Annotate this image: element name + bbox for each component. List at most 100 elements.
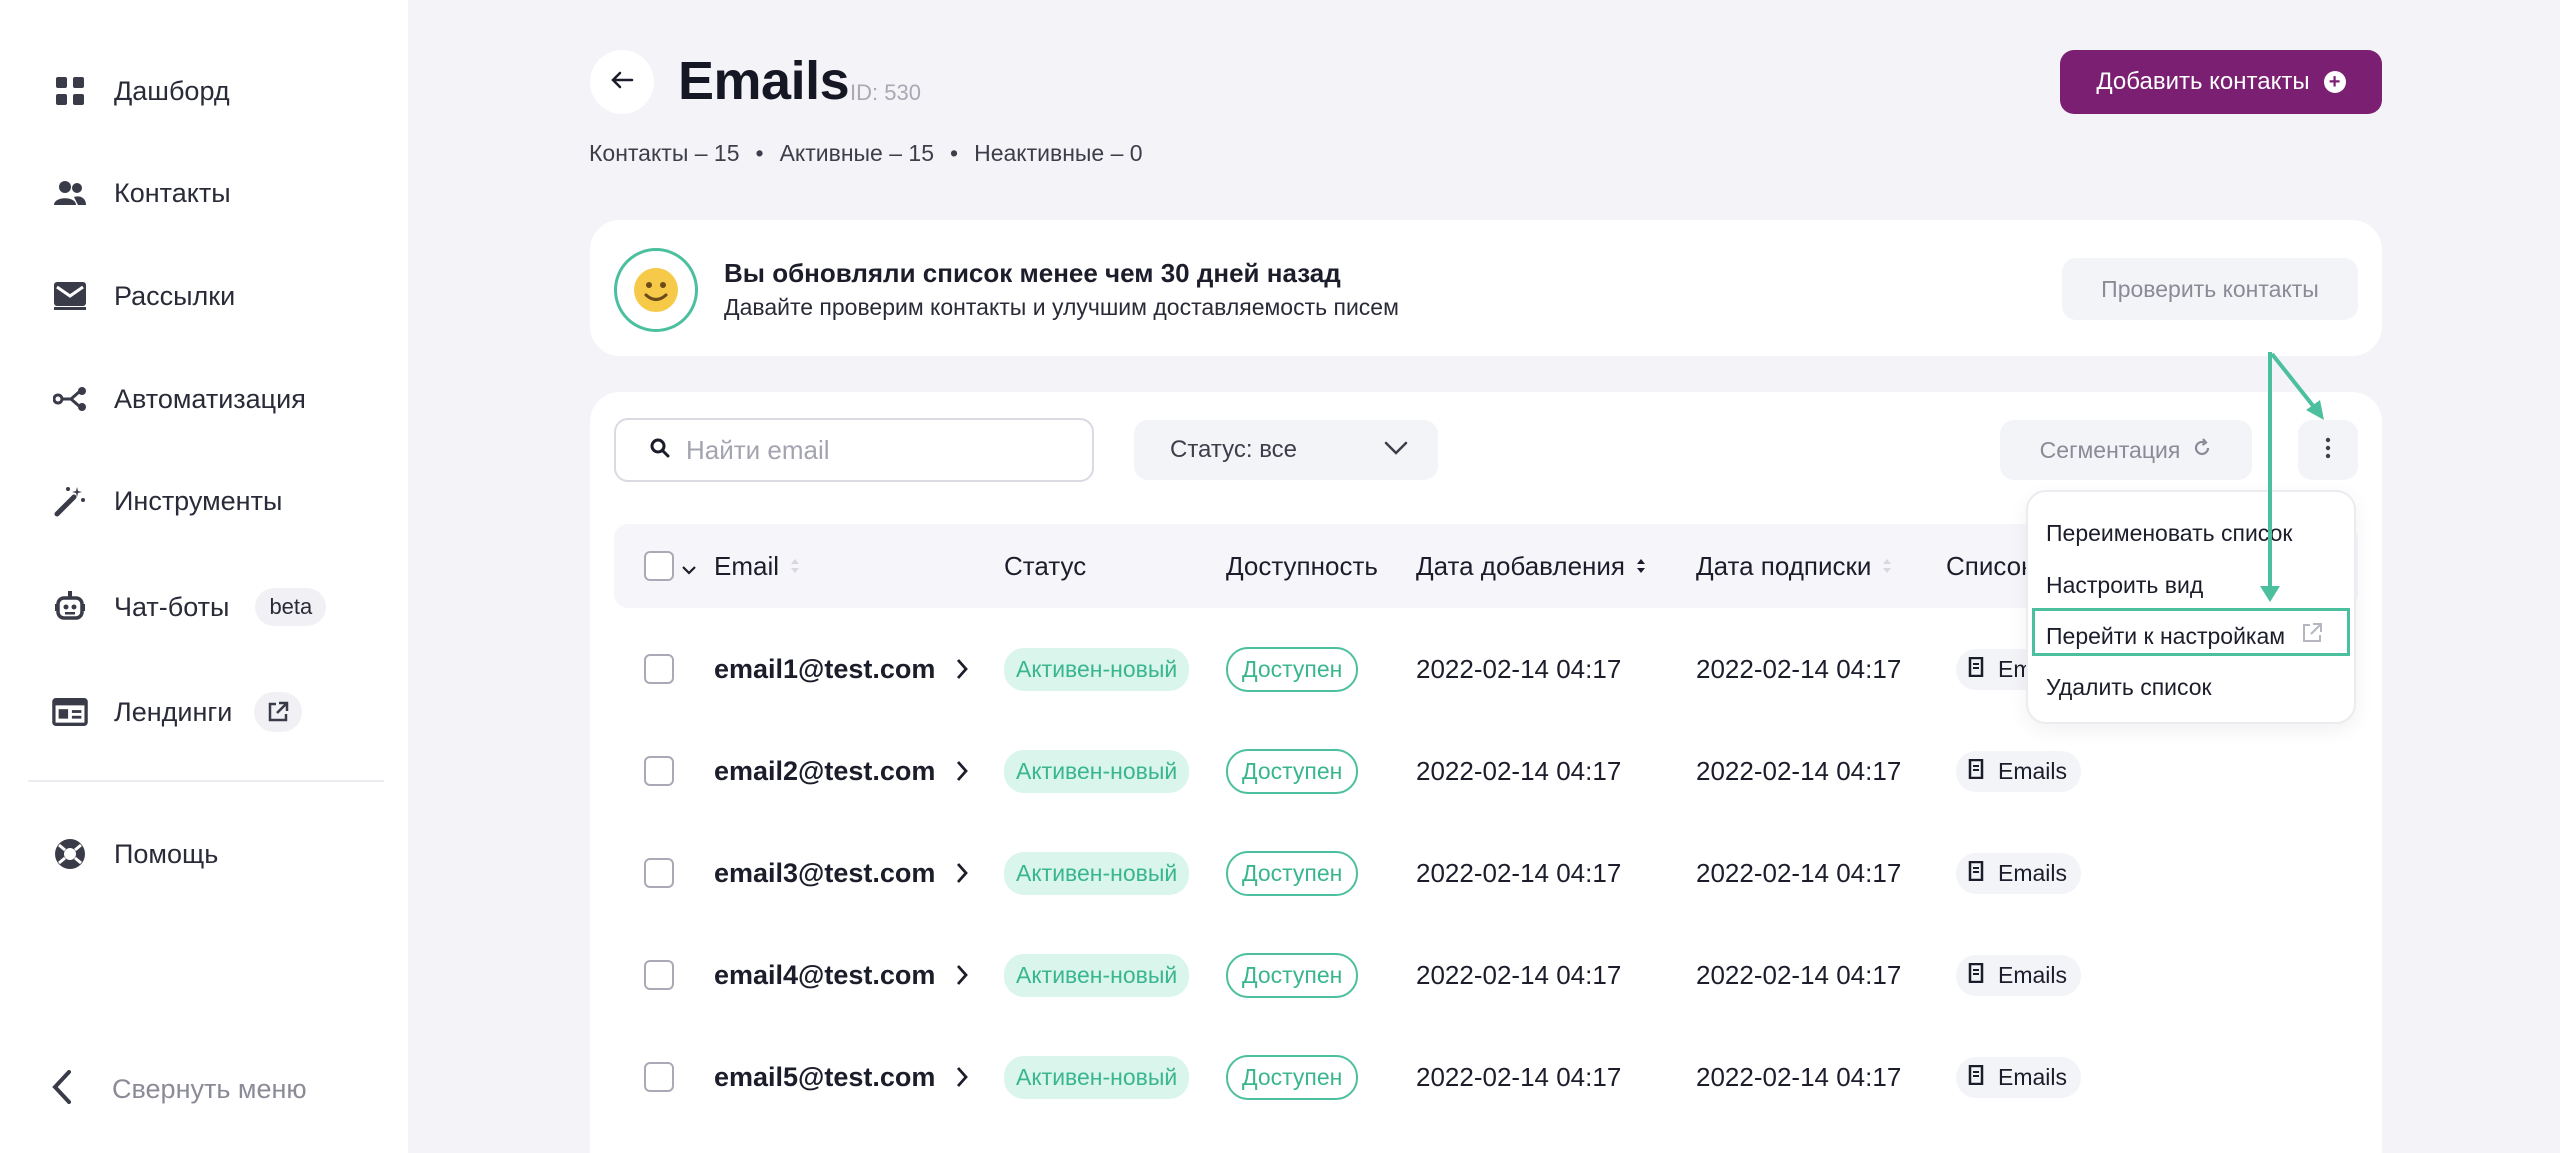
sort-icon[interactable] [1881,556,1893,576]
table-row[interactable]: email5@test.com Активен-новый Доступен 2… [614,1026,2358,1128]
row-email[interactable]: email2@test.com [714,756,935,787]
external-link-icon [2301,622,2323,650]
column-label: Статус [1004,550,1087,581]
column-label: Дата добавления [1416,550,1625,581]
collapse-menu-button[interactable]: Свернуть меню [52,1070,307,1109]
refresh-icon [2192,437,2212,464]
add-contacts-button[interactable]: Добавить контакты + [2060,50,2382,114]
list-chip[interactable]: Emails [1956,1056,2082,1098]
column-availability: Доступность [1226,524,1378,608]
sidebar: Дашборд Контакты Рассылки Автоматизация … [0,0,408,1153]
row-email[interactable]: email1@test.com [714,654,935,685]
sort-icon[interactable] [1635,556,1647,576]
column-status: Статус [1004,524,1086,608]
list-name: Emails [1998,961,2068,988]
date-added: 2022-02-14 04:17 [1416,959,1622,990]
chevron-down-icon[interactable] [682,551,696,582]
table-row[interactable]: email4@test.com Активен-новый Доступен 2… [614,924,2358,1026]
more-options-button[interactable] [2298,420,2358,480]
dashboard-icon [52,73,88,109]
sidebar-item-tools[interactable]: Инструменты [52,477,282,525]
check-contacts-button[interactable]: Проверить контакты [2062,258,2358,320]
status-badge: Активен-новый [1004,851,1190,895]
sidebar-item-chatbots[interactable]: Чат-боты beta [52,583,327,631]
list-chip[interactable]: Emails [1956,750,2082,792]
sidebar-item-dashboard[interactable]: Дашборд [52,67,230,115]
table-row[interactable]: email3@test.com Активен-новый Доступен 2… [614,822,2358,924]
list-name: Emails [1998,1063,2068,1090]
row-checkbox[interactable] [644,1062,674,1092]
chevron-right-icon[interactable] [956,720,968,822]
status-badge: Активен-новый [1004,749,1190,793]
document-icon [1968,1064,1984,1091]
sidebar-item-label: Чат-боты [114,591,230,622]
column-label: Дата подписки [1696,550,1872,581]
row-checkbox[interactable] [644,858,674,888]
column-label: Доступность [1226,550,1378,581]
row-checkbox[interactable] [644,960,674,990]
availability-badge: Доступен [1226,748,1359,794]
list-id: ID: 530 [850,80,921,105]
segmentation-label: Сегментация [2039,436,2181,463]
table-row[interactable]: email2@test.com Активен-новый Доступен 2… [614,720,2358,822]
status-badge: Активен-новый [1004,1055,1190,1099]
chevron-right-icon[interactable] [956,822,968,924]
beta-badge: beta [255,588,327,626]
search-input[interactable]: Найти email [614,418,1094,482]
menu-item-go-to-settings[interactable]: Перейти к настройкам [2046,622,2323,650]
contacts-icon [52,175,88,211]
sidebar-item-help[interactable]: Помощь [52,830,218,878]
back-button[interactable] [590,50,654,114]
segmentation-button[interactable]: Сегментация [2000,420,2252,480]
sidebar-item-contacts[interactable]: Контакты [52,169,231,217]
availability-badge: Доступен [1226,952,1359,998]
select-all-checkbox[interactable] [644,524,696,608]
row-email[interactable]: email4@test.com [714,960,935,991]
date-subscribed: 2022-02-14 04:17 [1696,755,1902,786]
sidebar-item-mailings[interactable]: Рассылки [52,272,235,320]
sidebar-item-label: Дашборд [114,75,230,106]
row-checkbox[interactable] [644,756,674,786]
checkbox[interactable] [644,551,674,581]
sort-icon[interactable] [789,556,801,576]
stat-active: Активные – 15 [779,140,935,166]
sidebar-item-automation[interactable]: Автоматизация [52,375,306,423]
sidebar-item-label: Инструменты [114,485,283,516]
add-contacts-label: Добавить контакты [2096,68,2310,95]
list-options-menu: Переименовать список Настроить вид Перей… [2026,490,2356,724]
status-filter-select[interactable]: Статус: все [1134,420,1438,480]
column-list: Список [1946,524,2033,608]
chevron-right-icon[interactable] [956,618,968,720]
menu-item-rename[interactable]: Переименовать список [2046,520,2292,547]
column-date-subscribed[interactable]: Дата подписки [1696,524,1893,608]
date-added: 2022-02-14 04:17 [1416,755,1622,786]
availability-badge: Доступен [1226,850,1359,896]
row-checkbox[interactable] [644,654,674,684]
document-icon [1968,656,1984,683]
sidebar-divider [28,780,384,782]
document-icon [1968,860,1984,887]
more-vertical-icon [2325,437,2331,464]
smiley-icon [614,248,698,332]
landing-icon [52,694,88,730]
date-subscribed: 2022-02-14 04:17 [1696,857,1902,888]
status-filter-value: Статус: все [1170,436,1298,463]
chevron-left-icon [52,1070,72,1109]
list-chip[interactable]: Emails [1956,852,2082,894]
sidebar-item-label: Лендинги [114,696,233,727]
sidebar-item-label: Автоматизация [114,383,306,414]
page-title: Emails [678,51,850,111]
chevron-right-icon[interactable] [956,1026,968,1128]
magic-wand-icon [52,483,88,519]
menu-item-delete[interactable]: Удалить список [2046,674,2212,701]
row-email[interactable]: email3@test.com [714,858,935,889]
column-date-added[interactable]: Дата добавления [1416,524,1647,608]
chevron-right-icon[interactable] [956,924,968,1026]
notice-title: Вы обновляли список менее чем 30 дней на… [724,258,1341,288]
menu-item-customize-view[interactable]: Настроить вид [2046,572,2203,599]
column-email[interactable]: Email [714,524,801,608]
external-link-icon[interactable] [254,692,303,732]
row-email[interactable]: email5@test.com [714,1062,935,1093]
list-chip[interactable]: Emails [1956,954,2082,996]
sidebar-item-landings[interactable]: Лендинги [52,688,303,736]
